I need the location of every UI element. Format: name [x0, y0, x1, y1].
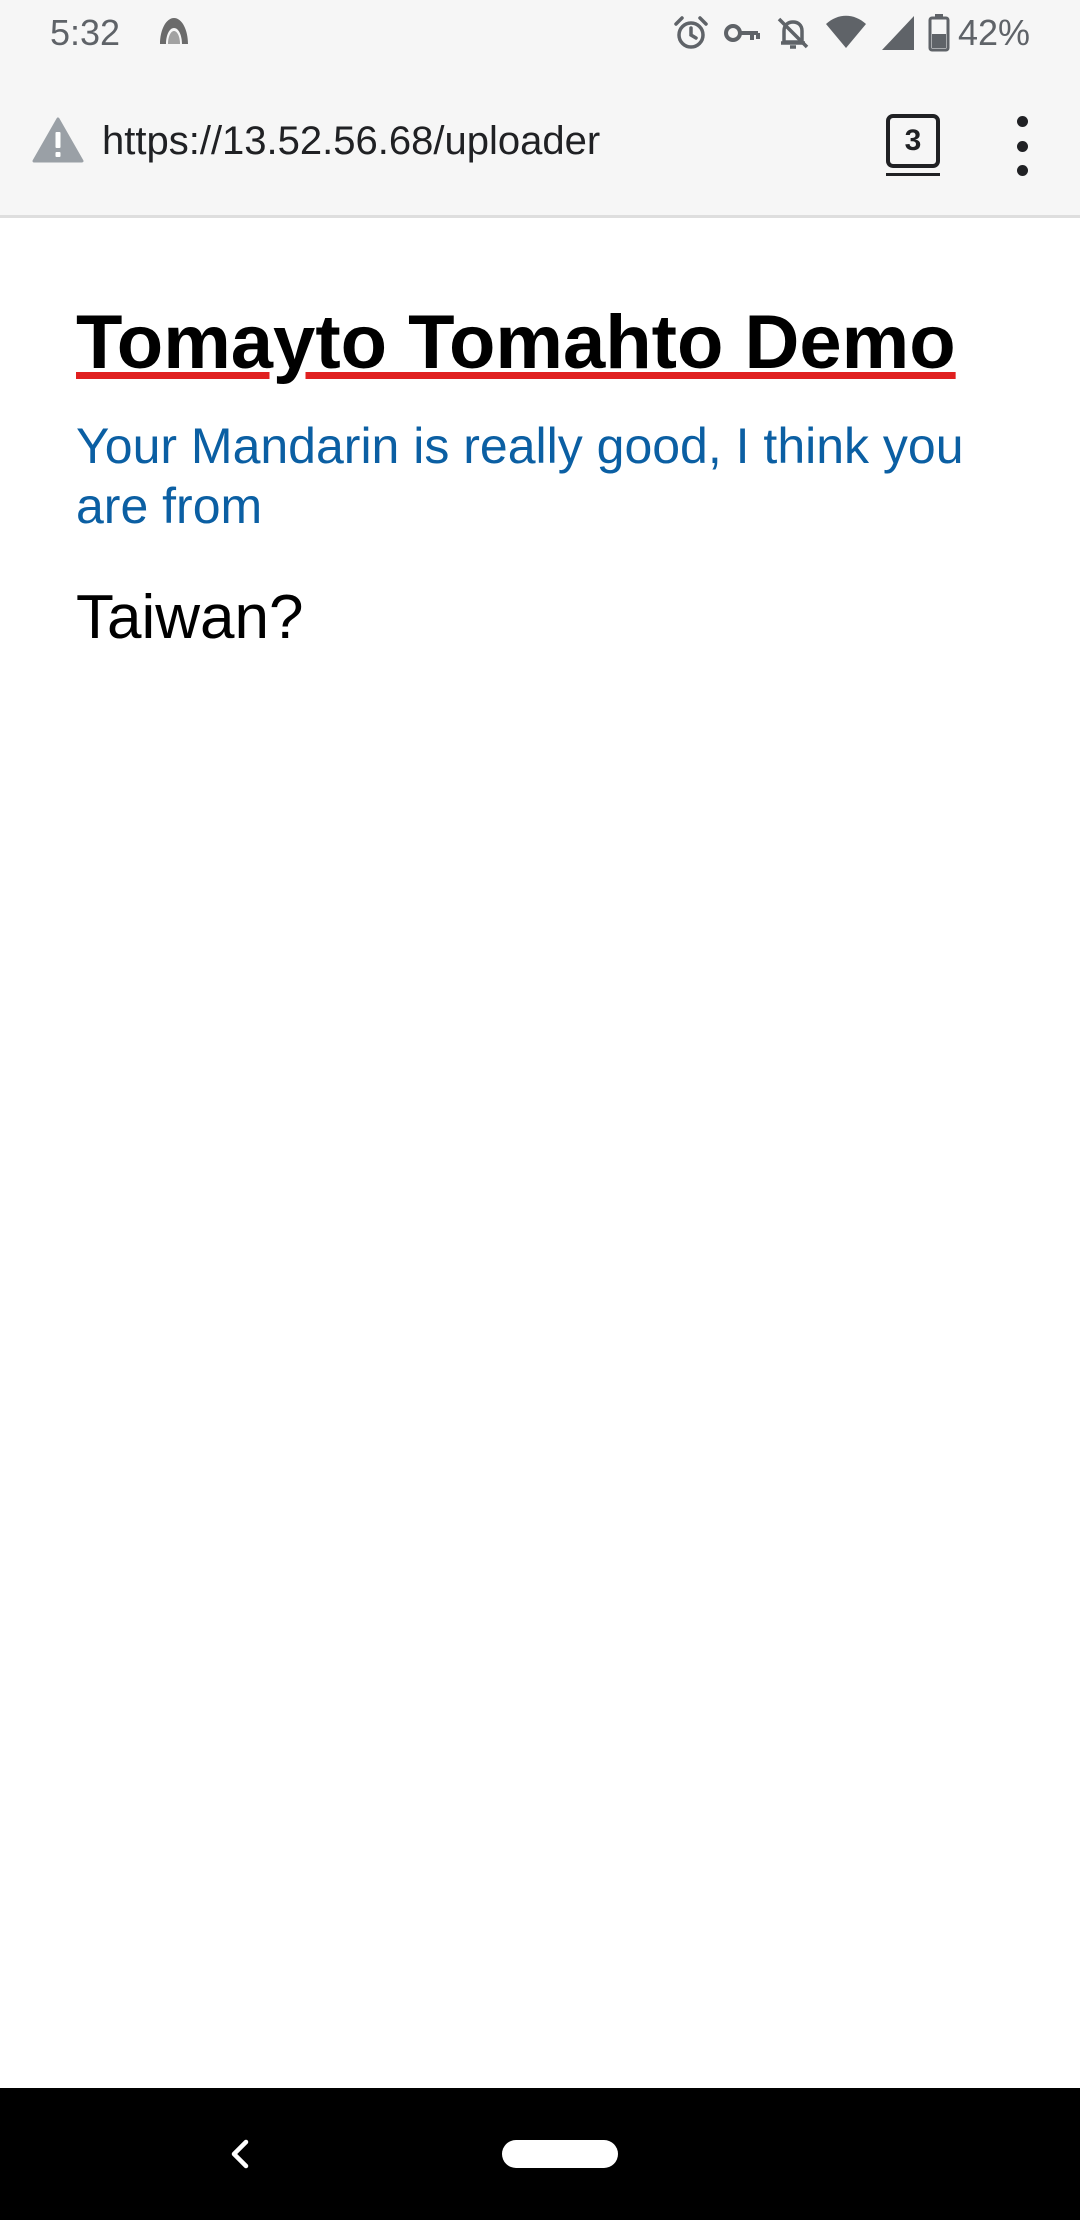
- status-bar: 5:32 42%: [0, 0, 1080, 66]
- navigation-bar: [0, 2088, 1080, 2220]
- result-message: Your Mandarin is really good, I think yo…: [76, 418, 964, 534]
- battery-percent: 42%: [957, 12, 1030, 53]
- status-time: 5:32: [50, 12, 121, 53]
- silent-icon: [777, 17, 809, 49]
- result-location: Taiwan?: [76, 583, 304, 652]
- vpn-key-icon: [723, 24, 760, 42]
- browser-toolbar: https://13.52.56.68/uploader 3: [0, 66, 1080, 218]
- alarm-icon: [674, 16, 708, 49]
- notification-icon: [160, 18, 188, 44]
- page-title: Tomayto Tomahto Demo: [76, 300, 956, 385]
- status-icons: 42%: [660, 12, 1030, 54]
- tab-switcher-button[interactable]: 3: [886, 114, 940, 176]
- back-icon[interactable]: [220, 2130, 260, 2178]
- warning-icon[interactable]: [32, 116, 84, 164]
- page-content: Tomayto Tomahto Demo Your Mandarin is re…: [76, 218, 1036, 654]
- signal-icon: [881, 16, 914, 50]
- home-button[interactable]: [502, 2140, 618, 2168]
- wifi-icon: [825, 15, 866, 48]
- screen: 5:32 42% https://13.52.56.68/uploader 3 …: [0, 0, 1080, 2220]
- more-options-icon[interactable]: [1000, 116, 1044, 176]
- url-bar[interactable]: https://13.52.56.68/uploader: [102, 118, 600, 164]
- battery-icon: [928, 14, 950, 52]
